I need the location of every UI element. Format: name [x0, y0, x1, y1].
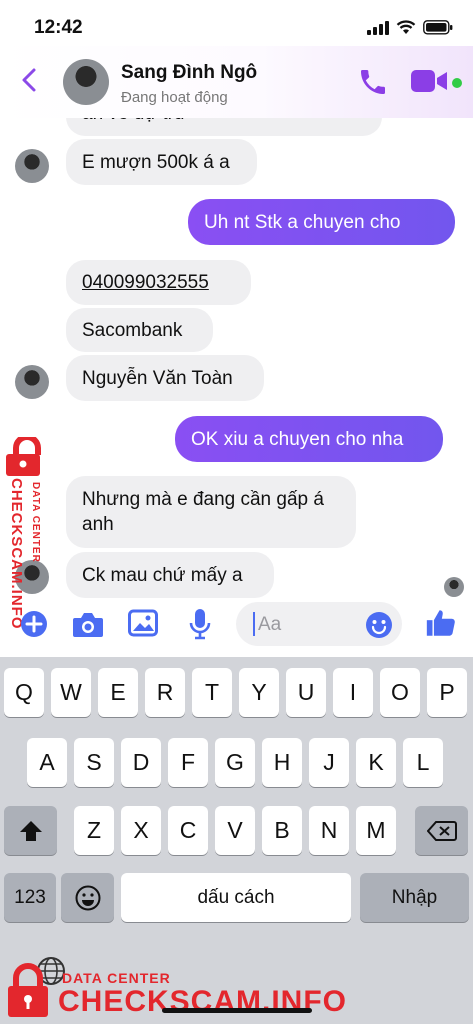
key-g[interactable]: G [215, 738, 255, 787]
contact-status: Đang hoạt động [121, 89, 228, 106]
backspace-key[interactable] [415, 806, 468, 855]
online-indicator [452, 78, 462, 88]
image-icon[interactable] [128, 609, 158, 637]
home-indicator[interactable] [162, 1008, 312, 1013]
key-h[interactable]: H [262, 738, 302, 787]
lock-watermark-icon [8, 963, 48, 1017]
message-bubble-incoming[interactable]: Nguyễn Văn Toàn [66, 355, 264, 401]
key-p[interactable]: P [427, 668, 467, 717]
message-text: Ck mau chứ mấy a [82, 564, 243, 586]
return-key[interactable]: Nhập [360, 873, 469, 922]
shift-key[interactable] [4, 806, 57, 855]
contact-avatar[interactable] [63, 59, 109, 105]
sender-avatar[interactable] [15, 149, 49, 183]
read-receipt-avatar [444, 577, 464, 597]
message-bubble-outgoing[interactable]: Uh nt Stk a chuyen cho [188, 199, 455, 245]
watermark-bottom-text: CHECKSCAM.INFO [58, 985, 347, 1018]
message-bubble-outgoing[interactable]: OK xiu a chuyen cho nha [175, 416, 443, 462]
key-y[interactable]: Y [239, 668, 279, 717]
message-bubble-incoming[interactable]: 040099032555 [66, 260, 251, 305]
key-b[interactable]: B [262, 806, 302, 855]
numbers-key[interactable]: 123 [4, 873, 56, 922]
message-bubble-incoming[interactable]: Ck mau chứ mấy a [66, 552, 274, 598]
watermark-bottom-small: DATA CENTER [62, 970, 171, 986]
message-input-placeholder: Aa [258, 614, 282, 635]
key-w[interactable]: W [51, 668, 91, 717]
message-bubble-incoming[interactable]: Nhưng mà e đang cần gấp á anh [66, 476, 356, 548]
key-e[interactable]: E [98, 668, 138, 717]
space-key[interactable]: dấu cách [121, 873, 351, 922]
key-s[interactable]: S [74, 738, 114, 787]
lock-watermark-icon [6, 437, 41, 476]
emoji-key[interactable] [61, 873, 114, 922]
shift-icon [19, 820, 42, 841]
back-icon[interactable] [14, 62, 44, 98]
message-text: OK xiu a chuyen cho nha [191, 428, 404, 450]
camera-icon[interactable] [72, 610, 104, 638]
status-time: 12:42 [34, 17, 83, 38]
plus-icon[interactable] [20, 610, 48, 638]
key-v[interactable]: V [215, 806, 255, 855]
message-text: Nguyễn Văn Toàn [82, 367, 233, 389]
key-z[interactable]: Z [74, 806, 114, 855]
message-text: Nhưng mà e đang cần gấp á anh [82, 489, 324, 535]
microphone-icon[interactable] [188, 608, 212, 640]
status-icons [367, 20, 453, 35]
emoji-keyboard-icon [75, 885, 100, 910]
message-bubble-incoming[interactable]: Sacombank [66, 308, 213, 352]
key-j[interactable]: J [309, 738, 349, 787]
key-i[interactable]: I [333, 668, 373, 717]
like-icon[interactable] [424, 606, 458, 640]
phone-icon[interactable] [357, 66, 389, 98]
contact-name[interactable]: Sang Đình Ngô [121, 62, 257, 84]
key-u[interactable]: U [286, 668, 326, 717]
key-m[interactable]: M [356, 806, 396, 855]
message-text: Sacombank [82, 319, 183, 341]
key-t[interactable]: T [192, 668, 232, 717]
key-q[interactable]: Q [4, 668, 44, 717]
video-call-icon[interactable] [410, 68, 448, 94]
key-c[interactable]: C [168, 806, 208, 855]
key-k[interactable]: K [356, 738, 396, 787]
wifi-icon [396, 20, 416, 34]
battery-icon [423, 20, 453, 35]
signal-icon [367, 20, 389, 35]
key-a[interactable]: A [27, 738, 67, 787]
emoji-icon[interactable] [365, 611, 393, 639]
key-o[interactable]: O [380, 668, 420, 717]
message-bubble-incoming[interactable]: E mượn 500k á a [66, 139, 257, 185]
key-d[interactable]: D [121, 738, 161, 787]
watermark-side-small: DATA CENTER [30, 482, 41, 563]
message-text-account-number[interactable]: 040099032555 [82, 270, 209, 295]
key-x[interactable]: X [121, 806, 161, 855]
key-n[interactable]: N [309, 806, 349, 855]
key-r[interactable]: R [145, 668, 185, 717]
key-l[interactable]: L [403, 738, 443, 787]
watermark-side-text: CHECKSCAM.INFO [8, 478, 25, 630]
key-f[interactable]: F [168, 738, 208, 787]
backspace-icon [426, 820, 457, 841]
message-text: E mượn 500k á a [82, 151, 230, 173]
sender-avatar[interactable] [15, 365, 49, 399]
message-text: Uh nt Stk a chuyen cho [204, 211, 401, 233]
text-cursor [253, 612, 255, 636]
